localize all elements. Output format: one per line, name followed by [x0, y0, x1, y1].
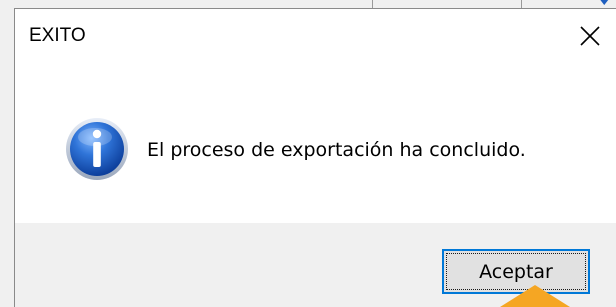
info-icon [66, 118, 128, 180]
accept-button-label: Aceptar [479, 260, 553, 283]
pointer-arrow-icon [500, 285, 570, 307]
background-icon: ♦ [598, 0, 611, 9]
message-dialog: EXITO El proceso de exportación ha concl… [14, 8, 616, 307]
dialog-message: El proceso de exportación ha concluido. [147, 139, 526, 161]
dialog-body: El proceso de exportación ha concluido. [15, 65, 616, 225]
screen: ♦ EXITO El proceso de exportación ha con… [0, 0, 616, 307]
title-bar[interactable]: EXITO [15, 9, 616, 65]
close-icon [580, 26, 600, 46]
dialog-title: EXITO [29, 25, 86, 46]
background-window-edge [0, 10, 14, 307]
close-button[interactable] [567, 15, 613, 57]
